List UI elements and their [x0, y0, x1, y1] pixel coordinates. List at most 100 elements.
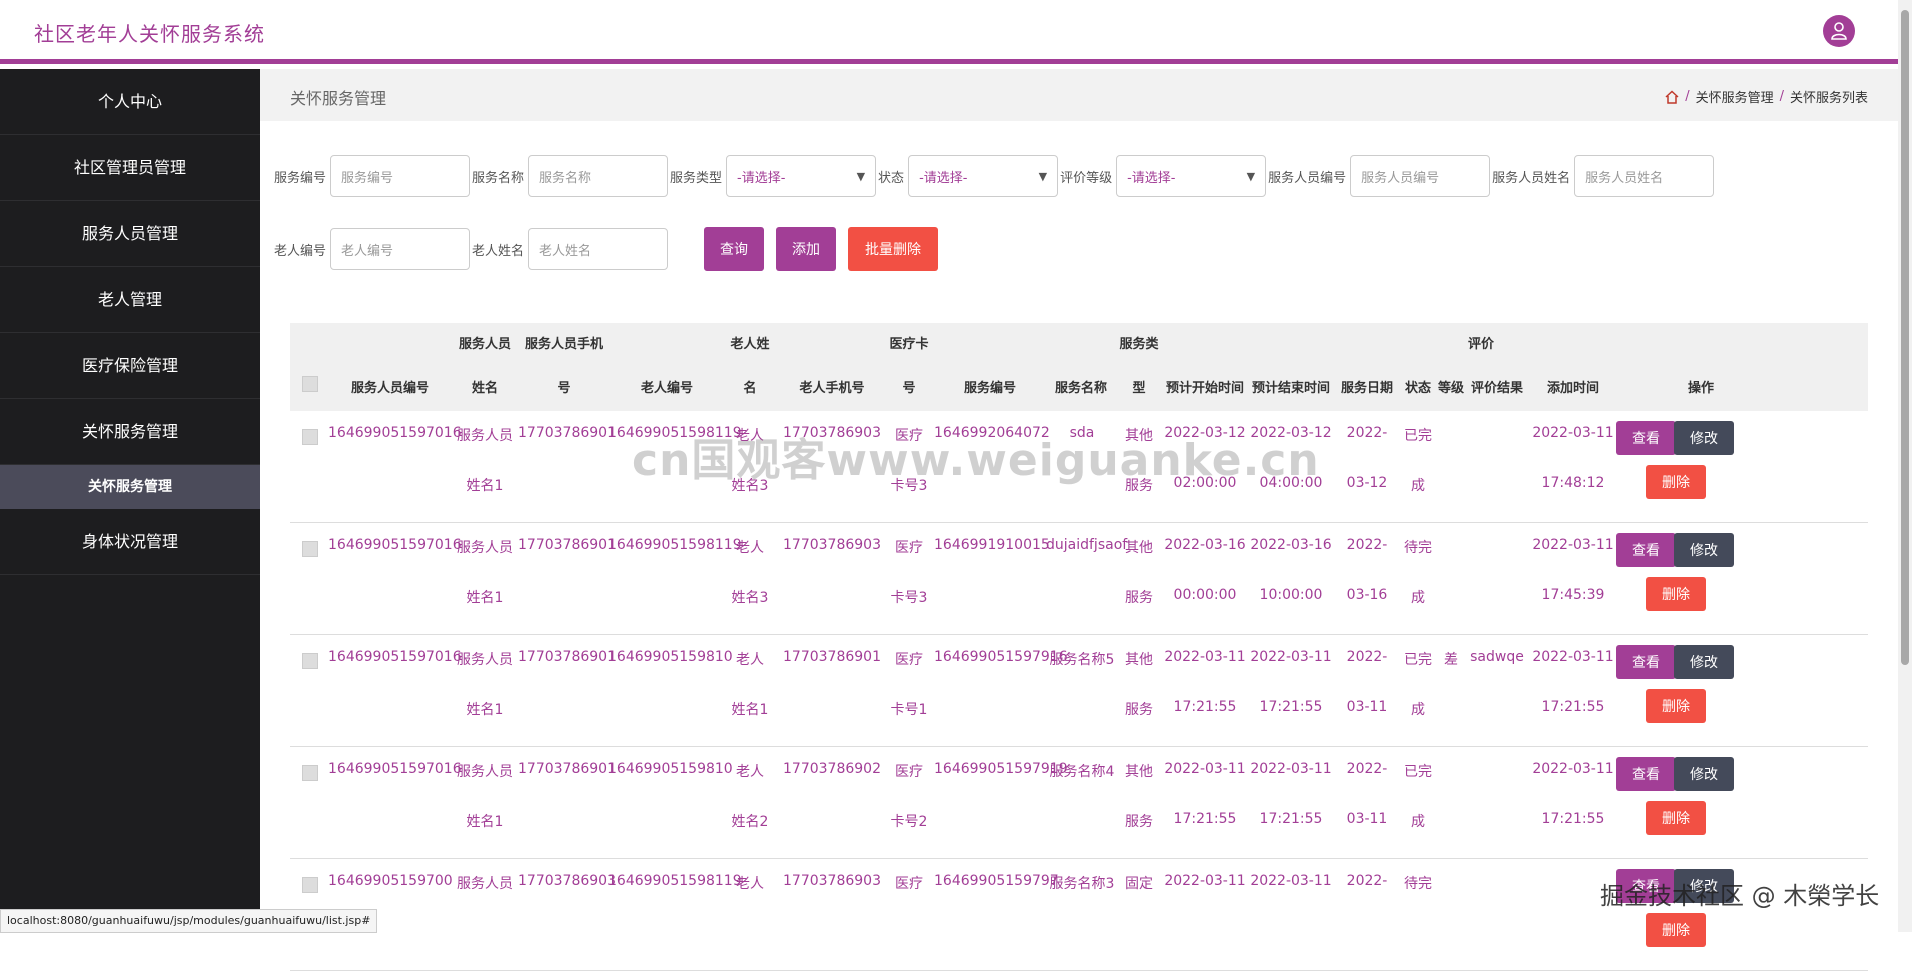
cell-status-1: 待完 — [1404, 876, 1432, 892]
edit-button[interactable]: 修改 — [1674, 421, 1734, 455]
sidebar-subitem-care-service[interactable]: 关怀服务管理 — [0, 465, 260, 509]
batch-delete-button[interactable]: 批量删除 — [848, 227, 939, 271]
sidebar-item-health-status[interactable]: 身体状况管理 — [0, 509, 260, 575]
th-service-name: 服务名称 — [1054, 381, 1107, 396]
cell-elder-phone: 17703786902 — [783, 761, 881, 777]
cell-staff-phone: 17703786901 — [518, 425, 616, 441]
sidebar-item-care-service[interactable]: 关怀服务管理 — [0, 399, 260, 465]
table-row: 164699051597016 服务人员 姓名1 17703786901 1646990… — [290, 635, 1868, 747]
cell-card-2: 卡号1 — [890, 702, 928, 718]
sidebar-item-service-staff[interactable]: 服务人员管理 — [0, 201, 260, 267]
app-title: 社区老年人关怀服务系统 — [34, 22, 265, 46]
row-checkbox[interactable] — [302, 541, 318, 557]
add-button[interactable]: 添加 — [776, 227, 837, 271]
cell-service-no: 164699051597919 — [934, 761, 1068, 777]
th-elder-name-2: 名 — [743, 381, 757, 396]
staff-no-input[interactable]: 服务人员编号 — [1350, 155, 1491, 197]
sidebar-item-elders[interactable]: 老人管理 — [0, 267, 260, 333]
sidebar-item-personal-center[interactable]: 个人中心 — [0, 69, 260, 135]
select-all-checkbox[interactable] — [302, 376, 318, 392]
chevron-down-icon: ▼ — [1246, 169, 1256, 183]
search-button[interactable]: 查询 — [704, 227, 765, 271]
cell-staff-name-2: 姓名1 — [466, 702, 504, 718]
th-elder-phone: 老人手机号 — [799, 381, 865, 396]
cell-service-name: dujaidfjsaof — [1046, 537, 1128, 553]
row-checkbox[interactable] — [302, 653, 318, 669]
cell-staff-phone: 17703786901 — [518, 761, 616, 777]
cell-staff-name-2: 姓名1 — [466, 814, 504, 830]
th-rating-group: 评价 — [1467, 337, 1494, 352]
cell-end-1: 2022-03-11 — [1250, 873, 1332, 889]
cell-end-2: 17:21:55 — [1259, 699, 1323, 715]
cell-staff-phone: 17703786901 — [518, 537, 616, 553]
filter-label-staff-name: 服务人员姓名 — [1492, 170, 1571, 186]
view-button[interactable]: 查看 — [1616, 533, 1676, 567]
cell-date-2: 03-12 — [1346, 475, 1388, 491]
cell-added-1: 2022-03-11 — [1532, 537, 1614, 553]
service-no-input[interactable]: 服务编号 — [330, 155, 471, 197]
row-checkbox-cell — [300, 653, 320, 673]
service-type-select-value: -请选择- — [737, 170, 786, 186]
cell-added-2: 17:48:12 — [1541, 475, 1605, 491]
delete-button[interactable]: 删除 — [1646, 577, 1706, 611]
cell-elder-name-2: 姓名3 — [731, 478, 769, 494]
cell-staff-no: 164699051597016 — [328, 537, 462, 553]
cell-elder-no: 16469905159810 — [608, 649, 733, 665]
cell-staff-name-2: 姓名1 — [466, 478, 504, 494]
cell-date-2: 03-11 — [1346, 811, 1388, 827]
rating-level-select[interactable]: -请选择- ▼ — [1116, 155, 1267, 197]
cell-added-2: 17:45:39 — [1541, 587, 1605, 603]
delete-button[interactable]: 删除 — [1646, 801, 1706, 835]
cell-start-1: 2022-03-11 — [1164, 649, 1246, 665]
cell-start-1: 2022-03-16 — [1164, 537, 1246, 553]
cell-status-2: 成 — [1411, 702, 1425, 718]
sidebar-item-community-admins[interactable]: 社区管理员管理 — [0, 135, 260, 201]
view-button[interactable]: 查看 — [1616, 757, 1676, 791]
cell-end-2: 10:00:00 — [1259, 587, 1323, 603]
cell-date-1: 2022- — [1346, 537, 1388, 553]
edit-button[interactable]: 修改 — [1674, 533, 1734, 567]
scrollbar[interactable] — [1898, 0, 1912, 932]
home-icon[interactable] — [1665, 89, 1679, 104]
filter-label-rating-level: 评价等级 — [1060, 170, 1113, 186]
service-name-input[interactable]: 服务名称 — [528, 155, 669, 197]
elder-name-input[interactable]: 老人姓名 — [528, 228, 669, 270]
edit-button[interactable]: 修改 — [1674, 757, 1734, 791]
user-avatar-icon[interactable] — [1823, 15, 1855, 47]
row-checkbox-cell — [300, 877, 320, 897]
breadcrumb-item[interactable]: 关怀服务管理 — [1696, 87, 1774, 106]
cell-card-1: 医疗 — [895, 764, 923, 780]
th-service-type-2: 型 — [1132, 381, 1146, 396]
elder-no-input[interactable]: 老人编号 — [330, 228, 471, 270]
cell-elder-phone: 17703786901 — [783, 649, 881, 665]
view-button[interactable]: 查看 — [1616, 645, 1676, 679]
th-status: 状态 — [1404, 381, 1431, 396]
main-content: 关怀服务管理 / 关怀服务管理 / 关怀服务列表 服务编号 服务编号 服务名称 … — [260, 69, 1900, 971]
row-checkbox[interactable] — [302, 877, 318, 893]
cell-elder-phone: 17703786903 — [783, 425, 881, 441]
cell-service-name: 服务名称4 — [1049, 764, 1115, 780]
cell-end-1: 2022-03-12 — [1250, 425, 1332, 441]
cell-card-2: 卡号3 — [890, 590, 928, 606]
th-service-no: 服务编号 — [963, 381, 1016, 396]
row-checkbox[interactable] — [302, 429, 318, 445]
cell-elder-name-1: 老人 — [736, 764, 764, 780]
cell-type-2: 服务 — [1125, 814, 1153, 830]
view-button[interactable]: 查看 — [1616, 421, 1676, 455]
edit-button[interactable]: 修改 — [1674, 645, 1734, 679]
status-select[interactable]: -请选择- ▼ — [908, 155, 1059, 197]
cell-staff-phone: 17703786901 — [518, 649, 616, 665]
sidebar-item-medical-insurance[interactable]: 医疗保险管理 — [0, 333, 260, 399]
staff-name-input[interactable]: 服务人员姓名 — [1574, 155, 1715, 197]
scroll-thumb[interactable] — [1901, 10, 1909, 665]
cell-status-2: 成 — [1411, 478, 1425, 494]
delete-button[interactable]: 删除 — [1646, 689, 1706, 723]
delete-button[interactable]: 删除 — [1646, 913, 1706, 947]
row-checkbox-cell — [300, 429, 320, 449]
row-checkbox[interactable] — [302, 765, 318, 781]
service-type-select[interactable]: -请选择- ▼ — [726, 155, 877, 197]
delete-button[interactable]: 删除 — [1646, 465, 1706, 499]
th-elder-no: 老人编号 — [640, 381, 693, 396]
page-header: 关怀服务管理 / 关怀服务管理 / 关怀服务列表 — [260, 69, 1900, 121]
cell-card-1: 医疗 — [895, 652, 923, 668]
